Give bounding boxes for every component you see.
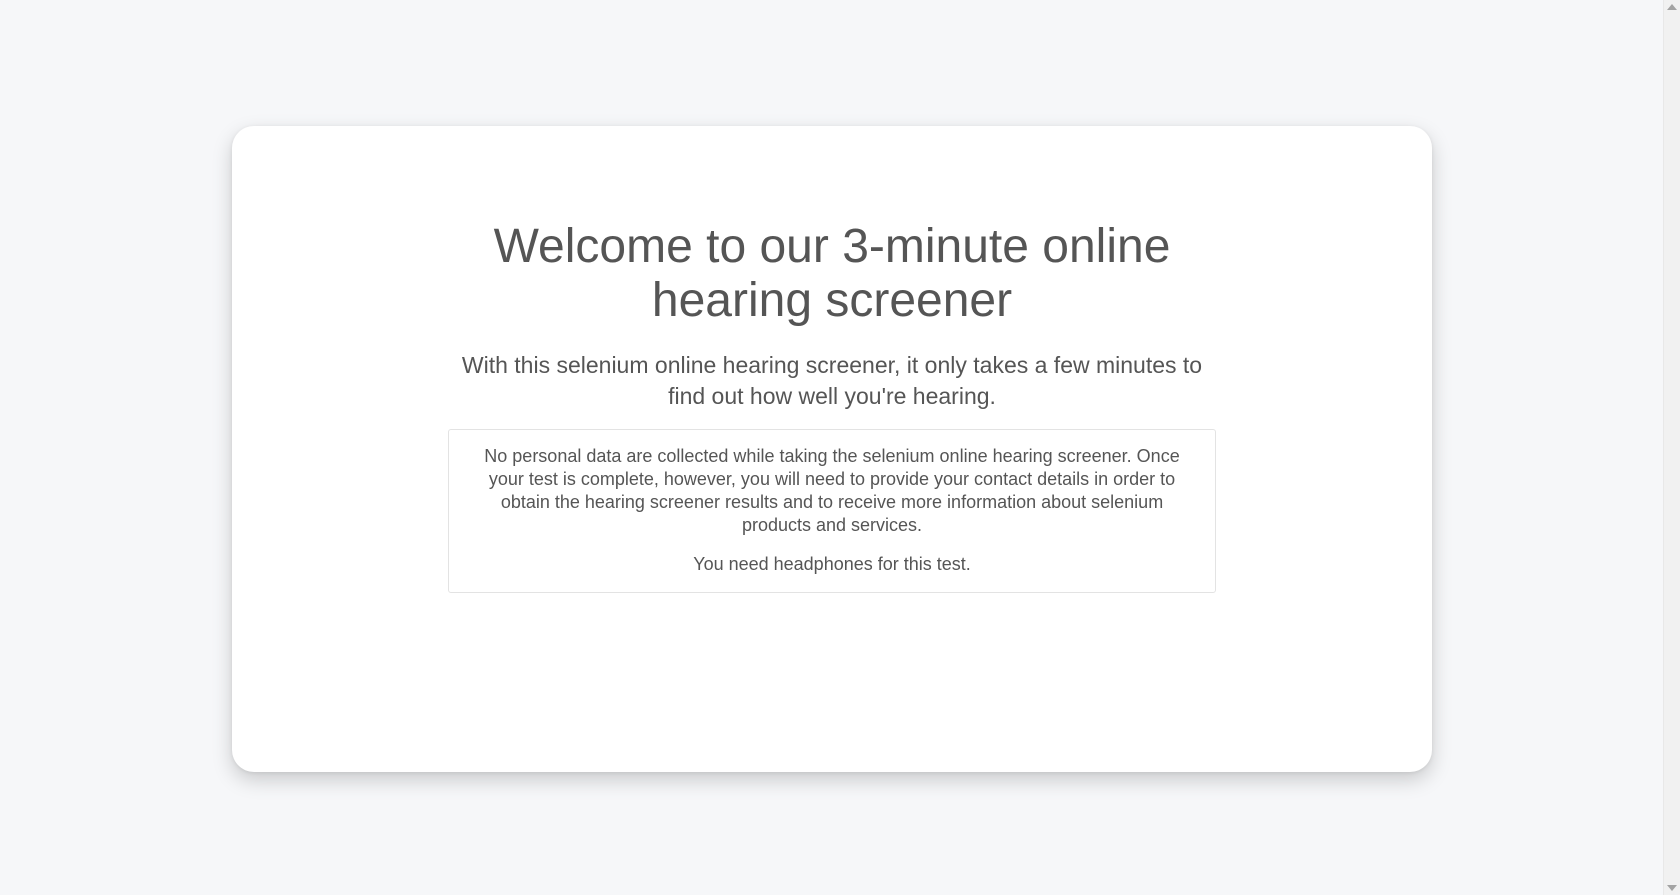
page-viewport: Welcome to our 3-minute online hearing s… <box>0 0 1680 895</box>
headphones-notice: You need headphones for this test. <box>693 554 971 574</box>
info-box: No personal data are collected while tak… <box>448 429 1216 593</box>
page-title: Welcome to our 3-minute online hearing s… <box>493 220 1171 327</box>
vertical-scrollbar[interactable] <box>1663 0 1680 895</box>
page-subtitle: With this selenium online hearing screen… <box>461 352 1203 409</box>
scroll-up-arrow-icon[interactable] <box>1667 4 1677 10</box>
privacy-notice: No personal data are collected while tak… <box>484 446 1180 535</box>
scroll-down-arrow-icon[interactable] <box>1667 885 1677 891</box>
welcome-card: Welcome to our 3-minute online hearing s… <box>232 126 1432 772</box>
welcome-content: Welcome to our 3-minute online hearing s… <box>232 220 1432 593</box>
